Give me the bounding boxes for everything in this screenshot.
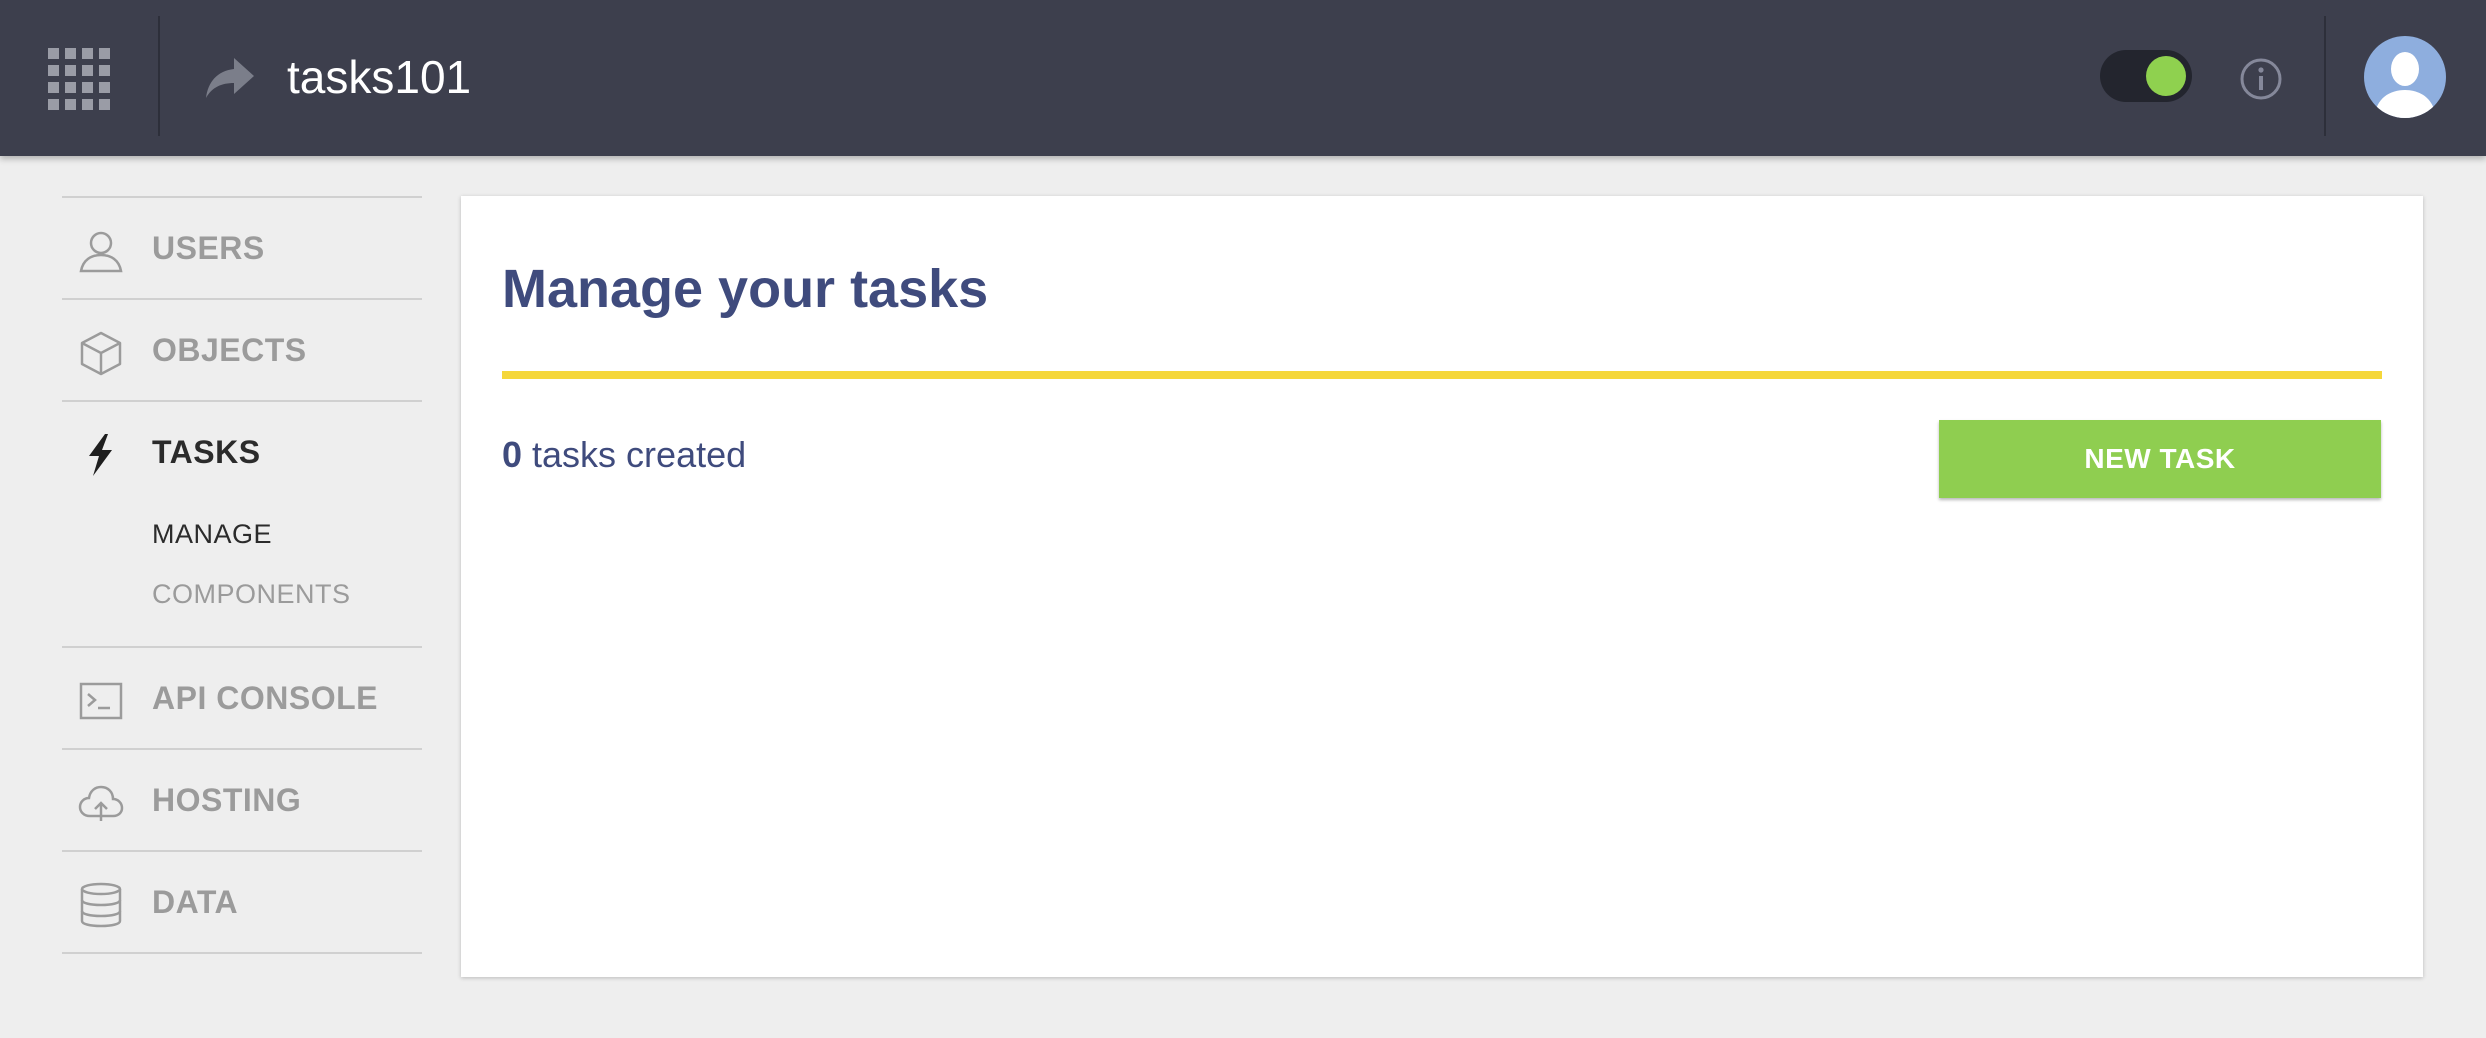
avatar[interactable] <box>2364 36 2446 118</box>
terminal-icon <box>79 682 123 720</box>
task-count-number: 0 <box>502 434 523 475</box>
sidebar-item-label: OBJECTS <box>152 332 307 368</box>
cloud-upload-icon <box>78 785 124 821</box>
main-card: Manage your tasks 0 tasks created NEW TA… <box>461 196 2423 977</box>
lightning-bolt-icon <box>89 434 112 476</box>
sidebar-subitem-manage[interactable]: MANAGE <box>62 504 422 564</box>
toggle-knob <box>2146 56 2186 96</box>
sidebar-item-objects[interactable]: OBJECTS <box>62 298 422 400</box>
top-bar: tasks101 <box>0 0 2486 156</box>
sidebar-item-tasks[interactable]: TASKS <box>62 402 422 504</box>
cube-icon <box>80 331 122 376</box>
sidebar-item-data[interactable]: DATA <box>62 850 422 952</box>
sidebar: USERS OBJECTS TASKS MANAGE COMPONENTS AP… <box>62 196 422 954</box>
new-task-button[interactable]: NEW TASK <box>1939 420 2381 498</box>
sidebar-item-label: TASKS <box>152 434 261 470</box>
sidebar-section-tasks: TASKS MANAGE COMPONENTS <box>62 400 422 646</box>
apps-grid-icon[interactable] <box>48 48 110 110</box>
app-title: tasks101 <box>287 51 472 103</box>
share-arrow-icon[interactable] <box>202 52 258 104</box>
sidebar-item-hosting[interactable]: HOSTING <box>62 748 422 850</box>
sidebar-item-api-console[interactable]: API CONSOLE <box>62 646 422 748</box>
user-icon <box>79 231 123 273</box>
sidebar-divider <box>62 952 422 954</box>
user-avatar-icon <box>2374 52 2436 118</box>
sidebar-item-users[interactable]: USERS <box>62 196 422 298</box>
sidebar-item-label: HOSTING <box>152 782 302 818</box>
database-icon <box>80 882 122 928</box>
sidebar-item-label: DATA <box>152 884 239 920</box>
task-count-text: 0 tasks created <box>502 434 746 476</box>
topbar-divider-right <box>2324 16 2326 136</box>
sidebar-item-label: API CONSOLE <box>152 680 378 716</box>
topbar-divider <box>158 16 160 136</box>
info-icon[interactable] <box>2238 56 2284 102</box>
sidebar-subitem-components[interactable]: COMPONENTS <box>62 564 422 624</box>
task-count-label: tasks created <box>522 434 747 475</box>
status-toggle[interactable] <box>2100 50 2192 102</box>
page-title: Manage your tasks <box>502 259 989 319</box>
title-divider <box>502 371 2382 379</box>
sidebar-item-label: USERS <box>152 230 265 266</box>
